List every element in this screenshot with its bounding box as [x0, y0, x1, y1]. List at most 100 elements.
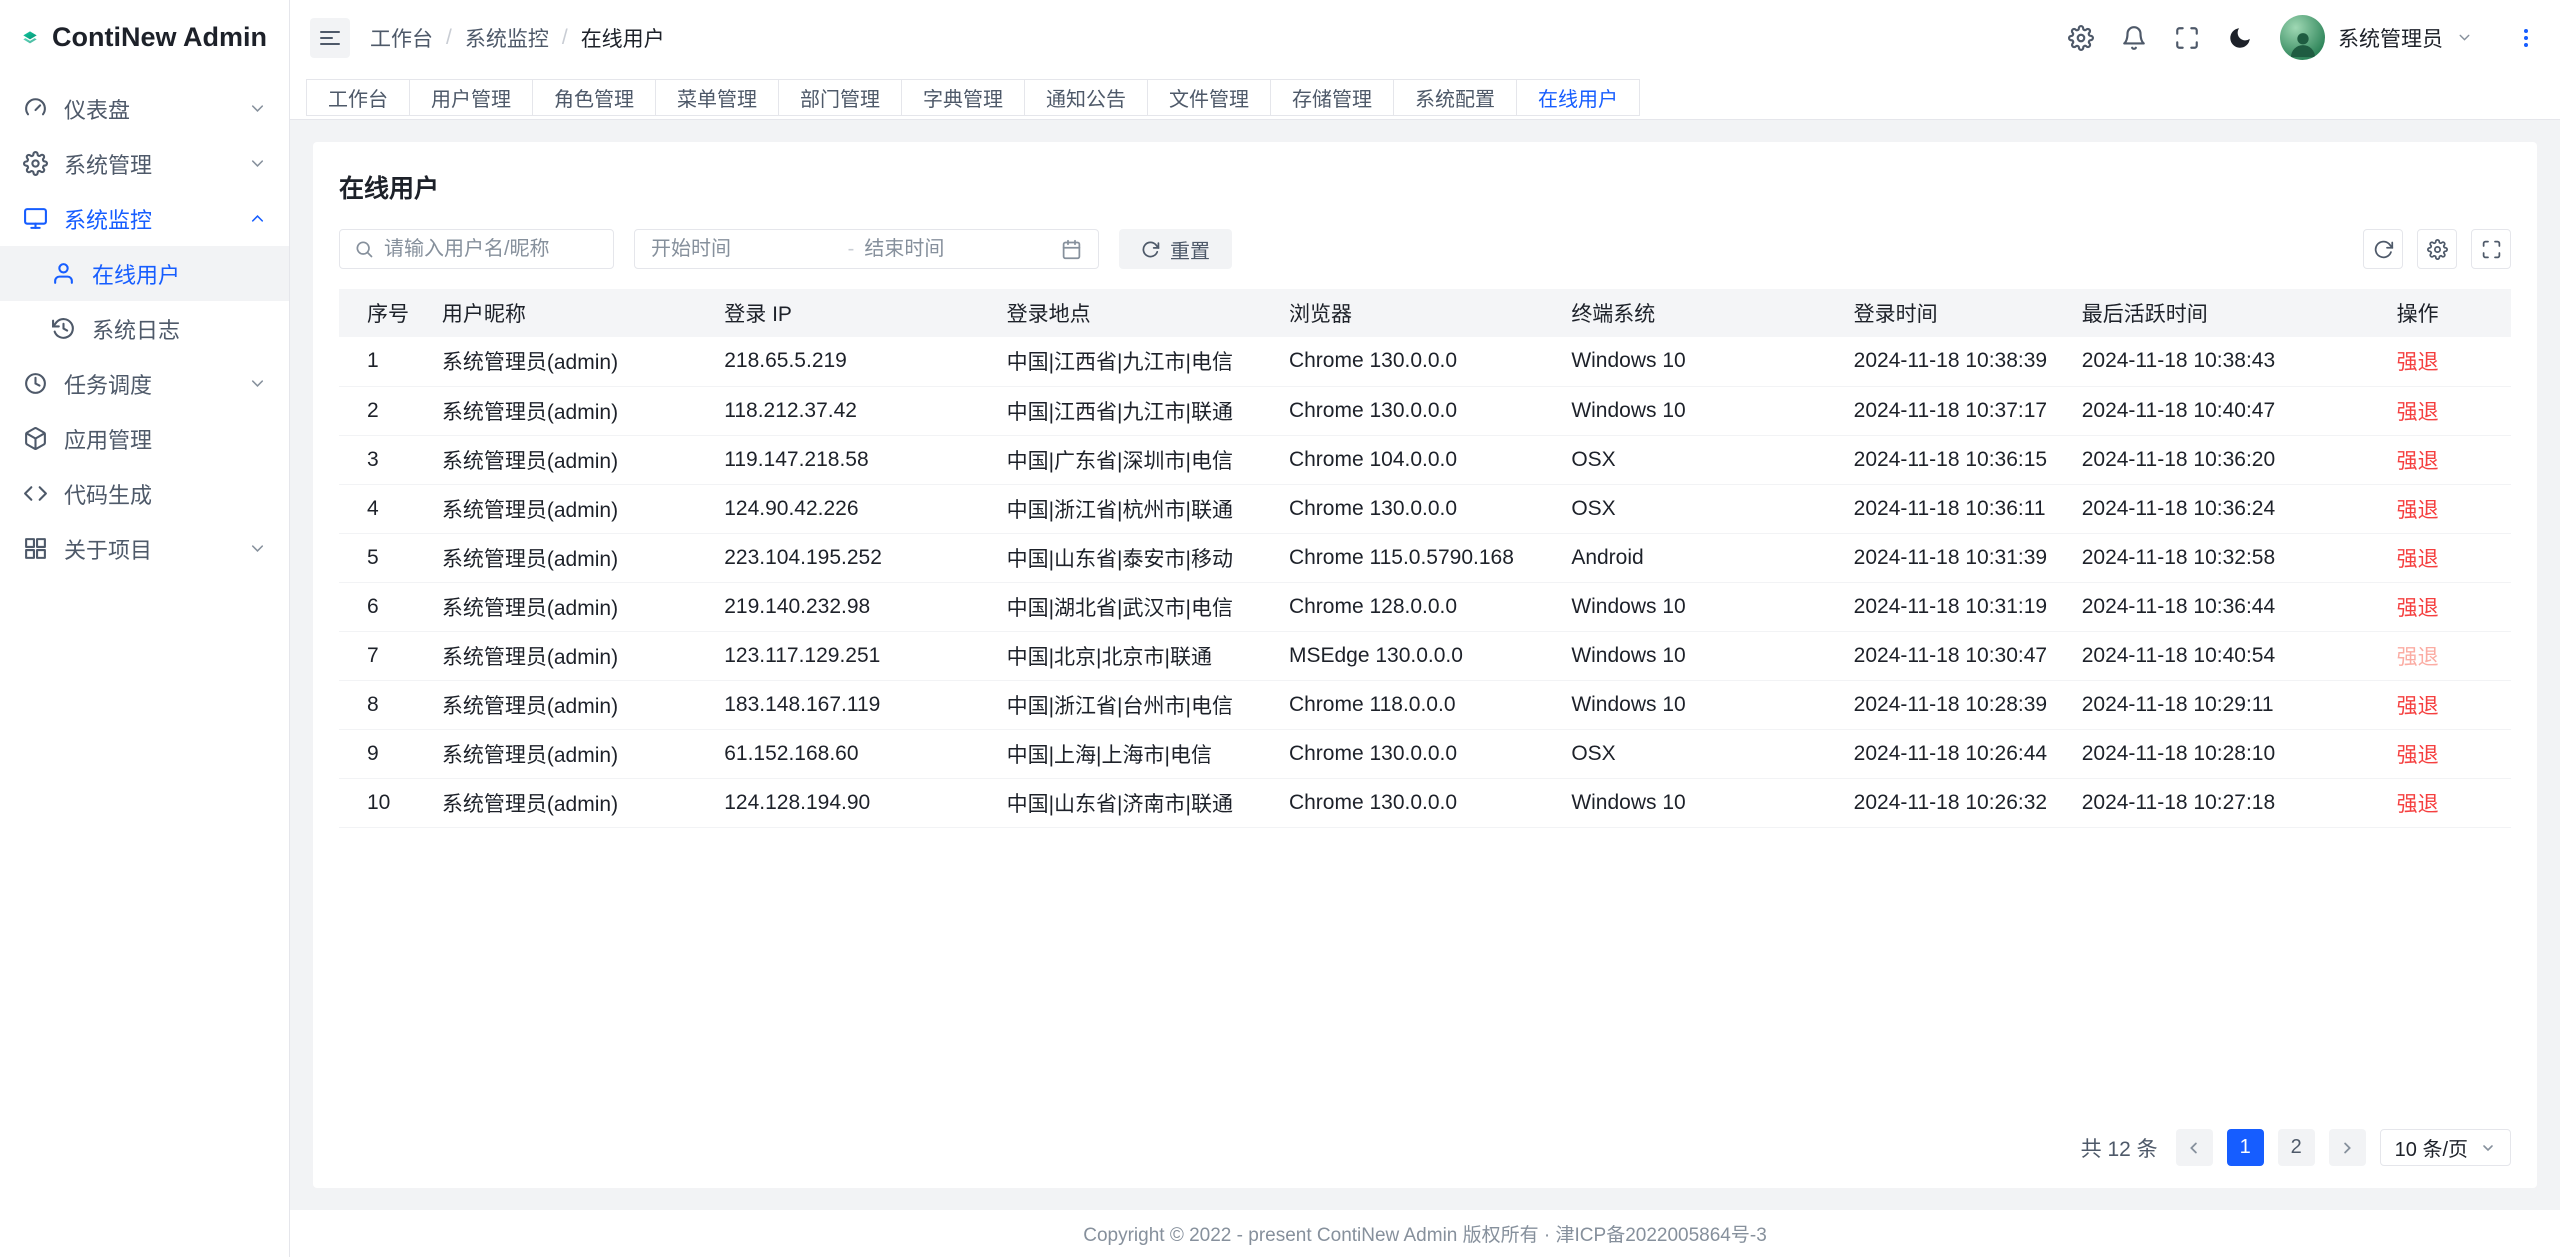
cell-no: 2 — [339, 386, 426, 435]
tab-存储管理[interactable]: 存储管理 — [1270, 79, 1394, 116]
fullscreen-button[interactable] — [2174, 25, 2200, 51]
force-logout-link[interactable]: 强退 — [2397, 695, 2439, 718]
date-range-picker[interactable]: - — [634, 229, 1099, 269]
date-start-input[interactable] — [651, 238, 838, 261]
cell-nickname: 系统管理员(admin) — [426, 337, 708, 386]
cell-nickname: 系统管理员(admin) — [426, 680, 708, 729]
header-actions: 系统管理员 — [2068, 15, 2538, 60]
tab-list: 工作台用户管理角色管理菜单管理部门管理字典管理通知公告文件管理存储管理系统配置在… — [306, 79, 1640, 116]
cell-action: 强退 — [2381, 631, 2511, 680]
cell-os: Windows 10 — [1555, 337, 1837, 386]
breadcrumb-item-current: 在线用户 — [581, 23, 665, 53]
sidebar-item-online-users[interactable]: 在线用户 — [0, 246, 289, 301]
cell-browser: Chrome 130.0.0.0 — [1273, 729, 1555, 778]
sidebar-item-task-scheduling[interactable]: 任务调度 — [0, 356, 289, 411]
sidebar-item-code-generation[interactable]: 代码生成 — [0, 466, 289, 521]
tab-工作台[interactable]: 工作台 — [306, 79, 410, 116]
tab-系统配置[interactable]: 系统配置 — [1393, 79, 1517, 116]
column-header: 序号 — [339, 289, 426, 337]
column-header: 最后活跃时间 — [2066, 289, 2381, 337]
table-body: 1系统管理员(admin)218.65.5.219中国|江西省|九江市|电信Ch… — [339, 337, 2511, 827]
app-logo[interactable]: ContiNew Admin — [0, 0, 289, 75]
force-logout-link[interactable]: 强退 — [2397, 401, 2439, 424]
settings-button[interactable] — [2068, 25, 2094, 51]
grid-icon — [22, 536, 48, 562]
tab-菜单管理[interactable]: 菜单管理 — [655, 79, 779, 116]
breadcrumb-item[interactable]: 工作台 — [370, 23, 433, 53]
notifications-button[interactable] — [2121, 25, 2147, 51]
table-header-row: 序号用户昵称登录 IP登录地点浏览器终端系统登录时间最后活跃时间操作 — [339, 289, 2511, 337]
page-button-1[interactable]: 1 — [2227, 1129, 2264, 1166]
cell-action: 强退 — [2381, 386, 2511, 435]
tab-部门管理[interactable]: 部门管理 — [778, 79, 902, 116]
sidebar-item-system-logs[interactable]: 系统日志 — [0, 301, 289, 356]
top-header: 工作台 / 系统监控 / 在线用户 — [290, 0, 2560, 75]
tab-角色管理[interactable]: 角色管理 — [532, 79, 656, 116]
column-header: 用户昵称 — [426, 289, 708, 337]
force-logout-link[interactable]: 强退 — [2397, 351, 2439, 374]
chevron-left-icon — [2185, 1139, 2203, 1157]
page-size-select[interactable]: 10 条/页 — [2380, 1129, 2511, 1166]
cell-action: 强退 — [2381, 680, 2511, 729]
chevron-down-icon — [248, 539, 267, 558]
cell-action: 强退 — [2381, 533, 2511, 582]
sidebar-item-dashboard[interactable]: 仪表盘 — [0, 81, 289, 136]
tab-文件管理[interactable]: 文件管理 — [1147, 79, 1271, 116]
cell-login_time: 2024-11-18 10:26:44 — [1838, 729, 2066, 778]
table-refresh-button[interactable] — [2363, 229, 2403, 269]
cell-last_active: 2024-11-18 10:32:58 — [2066, 533, 2381, 582]
tab-用户管理[interactable]: 用户管理 — [409, 79, 533, 116]
more-actions-icon[interactable] — [2514, 26, 2538, 50]
force-logout-link[interactable]: 强退 — [2397, 793, 2439, 816]
table-settings-button[interactable] — [2417, 229, 2457, 269]
table-row: 3系统管理员(admin)119.147.218.58中国|广东省|深圳市|电信… — [339, 435, 2511, 484]
table-row: 8系统管理员(admin)183.148.167.119中国|浙江省|台州市|电… — [339, 680, 2511, 729]
reset-button[interactable]: 重置 — [1119, 229, 1232, 269]
cell-ip: 183.148.167.119 — [708, 680, 990, 729]
tab-字典管理[interactable]: 字典管理 — [901, 79, 1025, 116]
force-logout-link[interactable]: 强退 — [2397, 646, 2439, 669]
force-logout-link[interactable]: 强退 — [2397, 597, 2439, 620]
tab-在线用户[interactable]: 在线用户 — [1516, 79, 1640, 116]
chevron-up-icon — [248, 209, 267, 228]
date-end-input[interactable] — [864, 238, 1051, 261]
column-header: 浏览器 — [1273, 289, 1555, 337]
cell-browser: Chrome 130.0.0.0 — [1273, 386, 1555, 435]
sidebar-item-app-management[interactable]: 应用管理 — [0, 411, 289, 466]
cell-no: 10 — [339, 778, 426, 827]
cell-login_time: 2024-11-18 10:36:15 — [1838, 435, 2066, 484]
previous-page-button[interactable] — [2176, 1129, 2213, 1166]
force-logout-link[interactable]: 强退 — [2397, 744, 2439, 767]
breadcrumb-item[interactable]: 系统监控 — [465, 23, 549, 53]
sidebar-item-label: 系统管理 — [64, 148, 248, 180]
cell-last_active: 2024-11-18 10:40:47 — [2066, 386, 2381, 435]
cell-location: 中国|山东省|济南市|联通 — [991, 778, 1273, 827]
force-logout-link[interactable]: 强退 — [2397, 450, 2439, 473]
sidebar-item-system-management[interactable]: 系统管理 — [0, 136, 289, 191]
breadcrumb-separator: / — [562, 26, 568, 50]
sidebar-item-system-monitor[interactable]: 系统监控 — [0, 191, 289, 246]
cell-ip: 223.104.195.252 — [708, 533, 990, 582]
table-fullscreen-button[interactable] — [2471, 229, 2511, 269]
cell-os: Windows 10 — [1555, 631, 1837, 680]
cell-os: OSX — [1555, 435, 1837, 484]
search-input[interactable] — [384, 238, 599, 261]
sidebar-item-about-project[interactable]: 关于项目 — [0, 521, 289, 576]
cell-location: 中国|浙江省|台州市|电信 — [991, 680, 1273, 729]
table-empty-space — [339, 828, 2511, 1112]
tab-通知公告[interactable]: 通知公告 — [1024, 79, 1148, 116]
cell-browser: Chrome 130.0.0.0 — [1273, 778, 1555, 827]
dark-mode-button[interactable] — [2227, 25, 2253, 51]
gear-icon — [2068, 25, 2094, 51]
user-menu[interactable]: 系统管理员 — [2280, 15, 2473, 60]
cell-last_active: 2024-11-18 10:36:24 — [2066, 484, 2381, 533]
page-button-2[interactable]: 2 — [2278, 1129, 2315, 1166]
cell-nickname: 系统管理员(admin) — [426, 484, 708, 533]
force-logout-link[interactable]: 强退 — [2397, 548, 2439, 571]
sidebar-collapse-button[interactable] — [310, 18, 350, 58]
tab-bar: 工作台用户管理角色管理菜单管理部门管理字典管理通知公告文件管理存储管理系统配置在… — [290, 75, 2560, 120]
next-page-button[interactable] — [2329, 1129, 2366, 1166]
table-row: 10系统管理员(admin)124.128.194.90中国|山东省|济南市|联… — [339, 778, 2511, 827]
force-logout-link[interactable]: 强退 — [2397, 499, 2439, 522]
chevron-right-icon — [2338, 1139, 2356, 1157]
